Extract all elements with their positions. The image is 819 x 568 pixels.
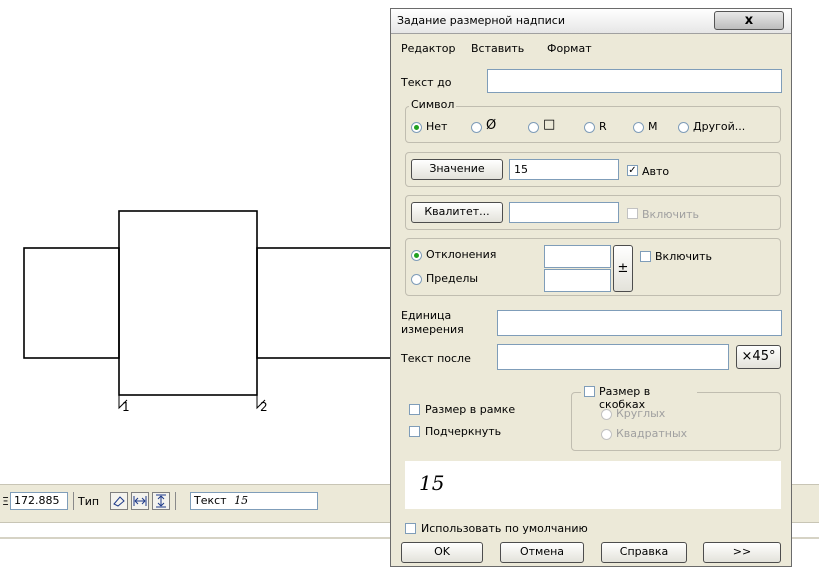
limits-label: Пределы bbox=[426, 272, 479, 285]
point-1-label: 1 bbox=[122, 400, 130, 414]
type-horizontal-icon[interactable] bbox=[131, 492, 149, 510]
symbol-none-radio[interactable] bbox=[411, 122, 422, 133]
deviations-label: Отклонения bbox=[426, 248, 497, 261]
text-after-label: Текст после bbox=[401, 352, 471, 365]
upper-deviation-input[interactable] bbox=[544, 245, 611, 268]
use-default-checkbox[interactable] bbox=[405, 523, 416, 534]
text-after-input[interactable] bbox=[497, 344, 729, 370]
deviation-include-checkbox[interactable] bbox=[640, 251, 651, 262]
text-field-label: Текст bbox=[194, 494, 227, 507]
underline-checkbox[interactable] bbox=[409, 426, 420, 437]
dialog-titlebar[interactable]: Задание размерной надписи x bbox=[391, 9, 791, 34]
brackets-legend: Размер в скобках bbox=[581, 385, 697, 411]
symbol-diameter-label: Ø bbox=[486, 118, 497, 133]
text-field[interactable]: Текст 15 bbox=[190, 492, 318, 510]
symbol-metric-label: M bbox=[648, 120, 658, 133]
underline-label: Подчеркнуть bbox=[425, 425, 502, 438]
cancel-button[interactable]: Отмена bbox=[500, 542, 584, 563]
ok-button[interactable]: OK bbox=[401, 542, 483, 563]
coord-prefix: Ξ bbox=[2, 495, 9, 508]
x45-button[interactable]: ×45° bbox=[736, 345, 781, 369]
quality-include-label: Включить bbox=[642, 208, 700, 221]
symbol-other-label: Другой... bbox=[693, 120, 746, 133]
text-field-value: 15 bbox=[234, 494, 249, 507]
shaft-right-section bbox=[256, 247, 394, 359]
auto-label: Авто bbox=[642, 165, 670, 178]
type-slanted-icon[interactable] bbox=[110, 492, 128, 510]
symbol-square-radio[interactable] bbox=[528, 122, 539, 133]
shaft-left-section bbox=[23, 247, 120, 359]
quality-input[interactable] bbox=[509, 202, 619, 223]
dimension-text-dialog: Задание размерной надписи x Редактор Вст… bbox=[390, 8, 792, 567]
size-in-frame-checkbox[interactable] bbox=[409, 404, 420, 415]
symbol-square-label: □ bbox=[543, 117, 556, 132]
menu-insert[interactable]: Вставить bbox=[471, 42, 524, 55]
value-input[interactable]: 15 bbox=[509, 159, 619, 180]
deviation-include-label: Включить bbox=[655, 250, 713, 263]
round-brackets-label: Круглых bbox=[616, 407, 666, 420]
coordinate-field[interactable]: 172.885 bbox=[10, 492, 68, 510]
text-before-label: Текст до bbox=[401, 76, 452, 89]
deviations-radio[interactable] bbox=[411, 250, 422, 261]
symbol-none-label: Нет bbox=[426, 120, 448, 133]
lower-deviation-input[interactable] bbox=[544, 269, 611, 292]
separator bbox=[73, 492, 74, 510]
symbol-metric-radio[interactable] bbox=[633, 122, 644, 133]
close-button[interactable]: x bbox=[714, 11, 784, 30]
preview-text: 15 bbox=[419, 471, 445, 495]
plusminus-button[interactable]: ± bbox=[613, 245, 633, 292]
quality-button[interactable]: Квалитет... bbox=[411, 202, 503, 223]
more-button[interactable]: >> bbox=[703, 542, 781, 563]
size-in-brackets-checkbox[interactable] bbox=[584, 386, 595, 397]
symbol-radius-radio[interactable] bbox=[584, 122, 595, 133]
symbol-radius-label: R bbox=[599, 120, 607, 133]
separator bbox=[175, 492, 176, 510]
auto-checkbox[interactable]: ✓ bbox=[627, 165, 638, 176]
menu-editor[interactable]: Редактор bbox=[401, 42, 456, 55]
help-button[interactable]: Справка bbox=[601, 542, 687, 563]
size-in-frame-label: Размер в рамке bbox=[425, 403, 516, 416]
text-before-input[interactable] bbox=[487, 69, 782, 93]
quality-include-checkbox[interactable] bbox=[627, 208, 638, 219]
unit-input[interactable] bbox=[497, 310, 782, 336]
round-brackets-radio[interactable] bbox=[601, 409, 612, 420]
value-button[interactable]: Значение bbox=[411, 159, 503, 180]
point-2-label: 2 bbox=[260, 400, 268, 414]
shaft-middle-section bbox=[118, 210, 258, 396]
symbol-group-label: Символ bbox=[409, 98, 457, 111]
unit-label-line1: Единица bbox=[401, 309, 452, 322]
unit-label-line2: измерения bbox=[401, 323, 464, 336]
use-default-label: Использовать по умолчанию bbox=[421, 522, 588, 535]
preview-area: 15 bbox=[405, 461, 781, 509]
type-label: Тип bbox=[78, 495, 100, 508]
type-vertical-icon[interactable] bbox=[152, 492, 170, 510]
square-brackets-label: Квадратных bbox=[616, 427, 688, 440]
dialog-title: Задание размерной надписи bbox=[397, 14, 566, 27]
menu-format[interactable]: Формат bbox=[547, 42, 592, 55]
limits-radio[interactable] bbox=[411, 274, 422, 285]
square-brackets-radio[interactable] bbox=[601, 429, 612, 440]
symbol-other-radio[interactable] bbox=[678, 122, 689, 133]
symbol-diameter-radio[interactable] bbox=[471, 122, 482, 133]
